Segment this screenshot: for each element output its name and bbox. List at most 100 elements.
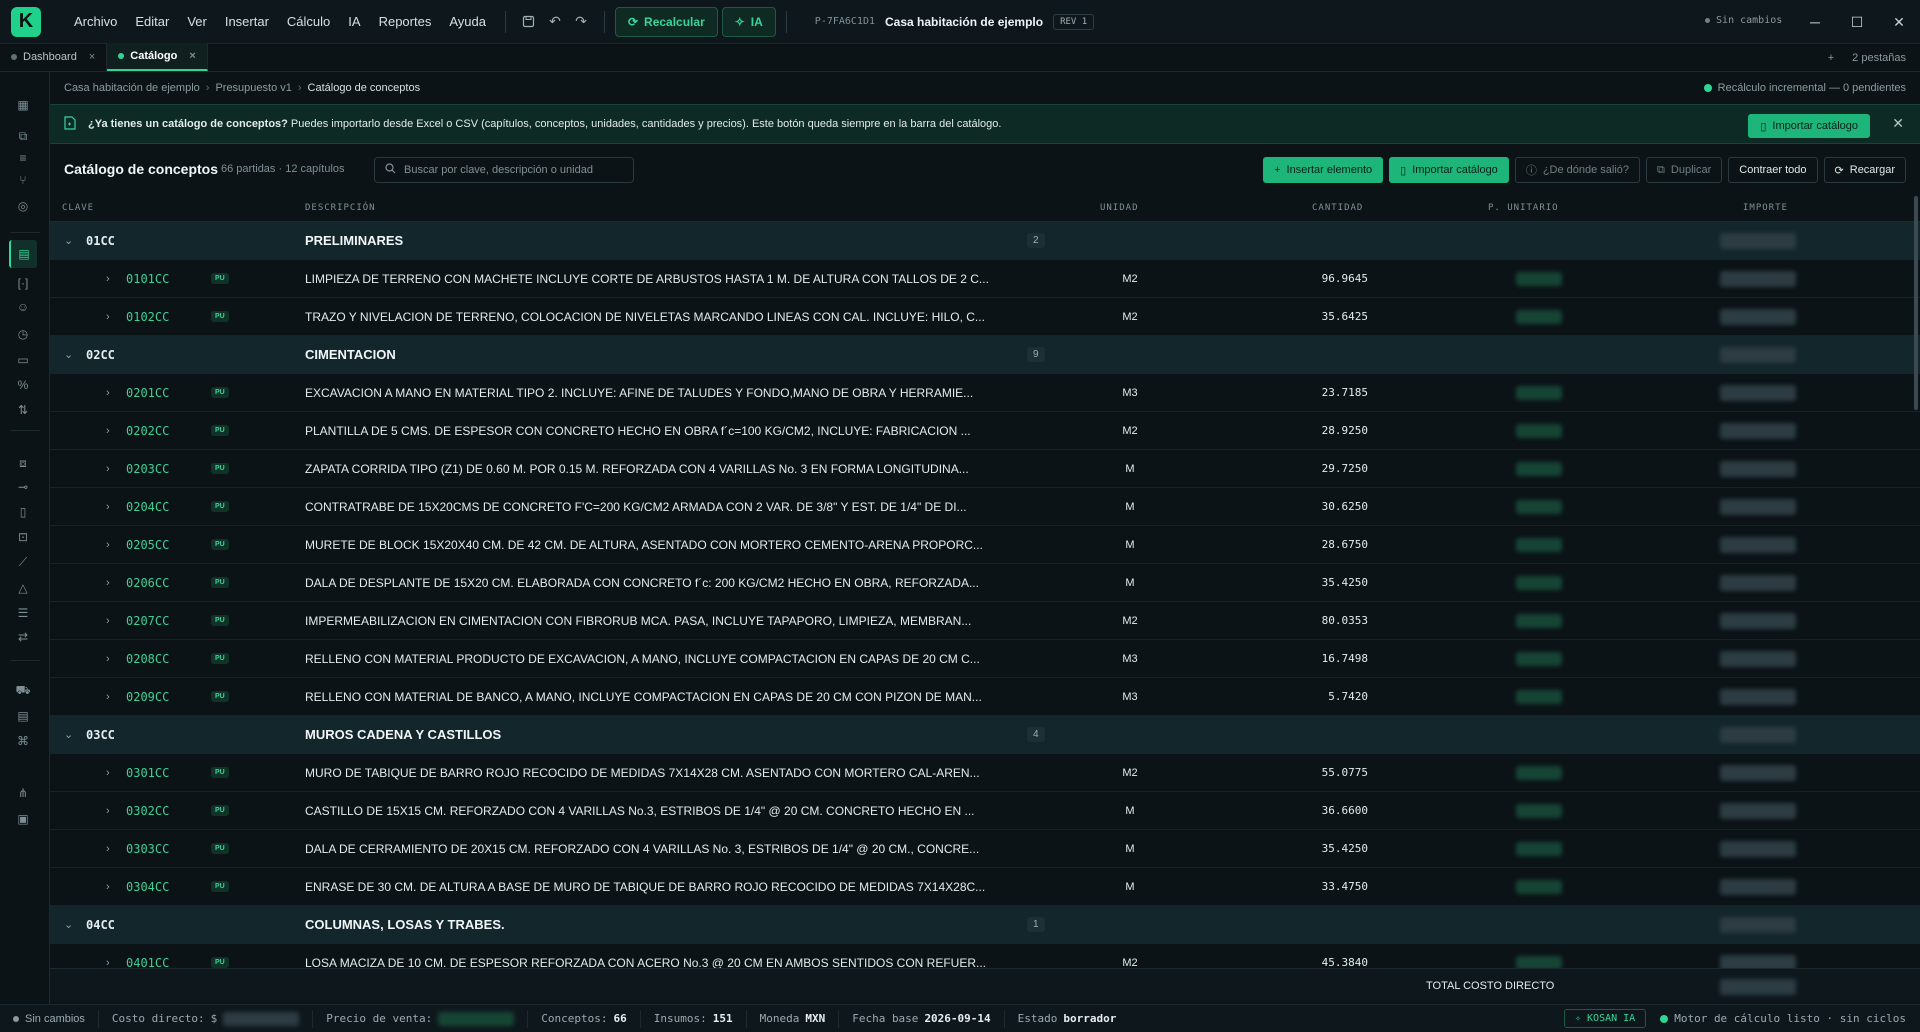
clock-icon[interactable]: ◷ <box>11 323 35 345</box>
menu-reportes[interactable]: Reportes <box>370 14 441 29</box>
table-row[interactable]: › 0204CC PU CONTRATRABE DE 15X20CMS DE CONC… <box>50 488 1920 526</box>
chapter-row[interactable]: ⌄ 02CC CIMENTACION 9 <box>50 336 1920 374</box>
chevron-right-icon[interactable]: › <box>106 425 110 437</box>
table-row[interactable]: › 0208CC PU RELLENO CON MATERIAL PRODUCTO D… <box>50 640 1920 678</box>
chapter-row[interactable]: ⌄ 04CC COLUMNAS, LOSAS Y TRABES. 1 <box>50 906 1920 944</box>
target-icon[interactable]: ◎ <box>11 195 35 217</box>
copy-icon[interactable]: ⧉ <box>11 125 35 147</box>
insert-element-button[interactable]: + Insertar elemento <box>1263 157 1384 183</box>
column-header-descripcion[interactable]: DESCRIPCIÓN <box>305 203 376 213</box>
document-icon[interactable]: ▤ <box>11 705 35 727</box>
transfer-icon[interactable]: ⇄ <box>11 626 35 648</box>
kosan-ia-button[interactable]: ✧ KOSAN IA <box>1564 1009 1647 1028</box>
toggle-icon[interactable]: ⊸ <box>11 476 35 498</box>
chevron-down-icon[interactable]: ⌄ <box>64 918 73 931</box>
search-field[interactable] <box>374 157 634 183</box>
menu-ia[interactable]: IA <box>339 14 369 29</box>
reload-button[interactable]: ⟳ Recargar <box>1823 157 1906 183</box>
panel-icon[interactable]: ▣ <box>11 808 35 830</box>
close-tab-icon[interactable]: × <box>189 50 195 62</box>
chevron-right-icon[interactable]: › <box>106 615 110 627</box>
search-input[interactable] <box>404 164 614 176</box>
table-row[interactable]: › 0302CC PU CASTILLO DE 15X15 CM. REFORZADO… <box>50 792 1920 830</box>
close-tab-icon[interactable]: × <box>89 51 95 63</box>
users-icon[interactable]: ☺ <box>11 296 35 318</box>
chevron-right-icon[interactable]: › <box>106 691 110 703</box>
truck-icon[interactable]: ⛟ <box>11 680 35 702</box>
table-scrollbar[interactable] <box>1914 196 1918 410</box>
collapse-all-button[interactable]: Contraer todo <box>1728 157 1818 183</box>
close-banner-icon[interactable]: ✕ <box>1892 115 1904 132</box>
banner-import-button[interactable]: ▯ Importar catálogo <box>1748 114 1870 138</box>
chevron-right-icon[interactable]: › <box>106 501 110 513</box>
column-header-clave[interactable]: CLAVE <box>62 203 94 213</box>
chevron-right-icon[interactable]: › <box>106 767 110 779</box>
menu-ver[interactable]: Ver <box>178 14 216 29</box>
file-icon[interactable]: ▯ <box>11 501 35 523</box>
minimize-icon[interactable]: ─ <box>1794 0 1836 44</box>
chevron-right-icon[interactable]: › <box>106 881 110 893</box>
sort-icon[interactable]: ⇅ <box>11 399 35 421</box>
chevron-right-icon[interactable]: › <box>106 387 110 399</box>
menu-insertar[interactable]: Insertar <box>216 14 278 29</box>
layers-icon[interactable]: ⧈ <box>11 452 35 474</box>
percent-icon[interactable]: % <box>11 374 35 396</box>
table-row[interactable]: › 0205CC PU MURETE DE BLOCK 15X20X40 CM. DE… <box>50 526 1920 564</box>
warning-icon[interactable]: △ <box>11 577 35 599</box>
table-row[interactable]: › 0401CC PU LOSA MACIZA DE 10 CM. DE ESPESO… <box>50 944 1920 968</box>
import-catalog-button[interactable]: ▯ Importar catálogo <box>1389 157 1509 183</box>
tabs-count[interactable]: 2 pestañas <box>1852 52 1906 64</box>
chapter-row[interactable]: ⌄ 03CC MUROS CADENA Y CASTILLOS 4 <box>50 716 1920 754</box>
table-row[interactable]: › 0209CC PU RELLENO CON MATERIAL DE BANCO, … <box>50 678 1920 716</box>
table-row[interactable]: › 0101CC PU LIMPIEZA DE TERRENO CON MACHETE… <box>50 260 1920 298</box>
recalcular-button[interactable]: ⟳ Recalcular <box>614 6 718 37</box>
lock-icon[interactable]: ⊡ <box>11 526 35 548</box>
chevron-right-icon[interactable]: › <box>106 463 110 475</box>
chevron-right-icon[interactable]: › <box>106 539 110 551</box>
origin-button[interactable]: ⓘ ¿De dónde salió? <box>1514 157 1641 183</box>
tab-dashboard[interactable]: Dashboard × <box>0 43 108 71</box>
column-header-unidad[interactable]: UNIDAD <box>1100 203 1139 213</box>
org-icon[interactable]: ⋔ <box>11 782 35 804</box>
duplicate-button[interactable]: ⧉ Duplicar <box>1646 157 1723 183</box>
chapter-row[interactable]: ⌄ 01CC PRELIMINARES 2 <box>50 222 1920 260</box>
chevron-right-icon[interactable]: › <box>106 577 110 589</box>
maximize-icon[interactable]: ☐ <box>1836 0 1878 44</box>
chevron-right-icon[interactable]: › <box>106 957 110 969</box>
ia-button[interactable]: ✧ IA <box>721 6 776 37</box>
list-icon[interactable]: ☰ <box>11 602 35 624</box>
save-icon[interactable] <box>516 9 542 35</box>
chevron-right-icon[interactable]: › <box>106 653 110 665</box>
menu-editar[interactable]: Editar <box>126 14 178 29</box>
chevron-right-icon[interactable]: › <box>106 273 110 285</box>
brackets-icon[interactable]: [·] <box>11 272 35 294</box>
chevron-down-icon[interactable]: ⌄ <box>64 348 73 361</box>
redo-icon[interactable]: ↷ <box>568 9 594 35</box>
network-icon[interactable]: ⌘ <box>11 730 35 752</box>
table-row[interactable]: › 0207CC PU IMPERMEABILIZACION EN CIMENTACI… <box>50 602 1920 640</box>
chevron-right-icon[interactable]: › <box>106 311 110 323</box>
menu-ayuda[interactable]: Ayuda <box>440 14 495 29</box>
dashboard-icon[interactable]: ▦ <box>11 94 35 116</box>
tab-catalogo[interactable]: Catálogo × <box>107 43 208 71</box>
menu-archivo[interactable]: Archivo <box>65 14 126 29</box>
sliders-icon[interactable]: ≡ <box>11 147 35 169</box>
table-row[interactable]: › 0301CC PU MURO DE TABIQUE DE BARRO ROJO R… <box>50 754 1920 792</box>
branch-icon[interactable]: ⑂ <box>11 169 35 191</box>
table-row[interactable]: › 0203CC PU ZAPATA CORRIDA TIPO (Z1) DE 0.6… <box>50 450 1920 488</box>
table-row[interactable]: › 0202CC PU PLANTILLA DE 5 CMS. DE ESPESOR … <box>50 412 1920 450</box>
table-row[interactable]: › 0201CC PU EXCAVACION A MANO EN MATERIAL T… <box>50 374 1920 412</box>
chevron-down-icon[interactable]: ⌄ <box>64 728 73 741</box>
table-row[interactable]: › 0102CC PU TRAZO Y NIVELACION DE TERRENO, … <box>50 298 1920 336</box>
column-header-importe[interactable]: IMPORTE <box>1743 203 1788 213</box>
close-icon[interactable]: ✕ <box>1878 0 1920 44</box>
table-icon[interactable]: ▤ <box>9 240 37 268</box>
chart-icon[interactable]: ⟋ <box>11 551 35 573</box>
table-row[interactable]: › 0206CC PU DALA DE DESPLANTE DE 15X20 CM. … <box>50 564 1920 602</box>
chevron-right-icon[interactable]: › <box>106 805 110 817</box>
breadcrumb-item[interactable]: Casa habitación de ejemplo <box>64 82 200 94</box>
table-row[interactable]: › 0303CC PU DALA DE CERRAMIENTO DE 20X15 CM… <box>50 830 1920 868</box>
column-header-cantidad[interactable]: CANTIDAD <box>1312 203 1363 213</box>
undo-icon[interactable]: ↶ <box>542 9 568 35</box>
video-icon[interactable]: ▭ <box>11 349 35 371</box>
